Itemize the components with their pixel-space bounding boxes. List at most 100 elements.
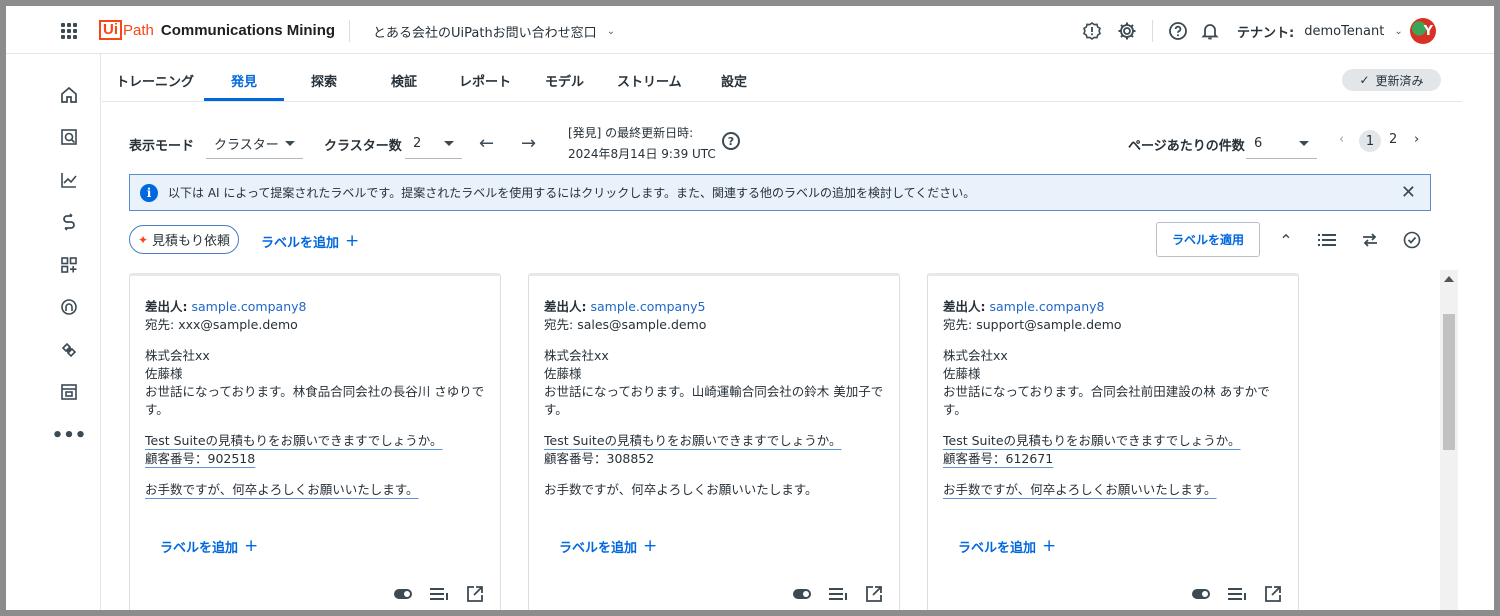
highlighted-phrase[interactable]: お手数ですが、何卒よろしくお願いいたします。: [943, 482, 1217, 497]
list-icon[interactable]: [1316, 230, 1338, 250]
message-card[interactable]: 差出人: sample.company8 宛先: xxx@sample.demo…: [129, 273, 501, 610]
plus-icon: +: [643, 536, 658, 556]
chart-line-icon[interactable]: [59, 170, 79, 190]
tab-settings[interactable]: 設定: [721, 71, 747, 90]
sender-link[interactable]: sample.company8: [989, 299, 1104, 314]
caret-down-icon: [285, 141, 295, 146]
card-add-label-button[interactable]: ラベルを追加 +: [160, 536, 258, 556]
sources-icon[interactable]: [59, 297, 79, 317]
updated-badge-label: 更新済み: [1375, 73, 1424, 88]
avatar-letter: Y: [1423, 23, 1433, 39]
apps-add-icon[interactable]: [59, 255, 79, 275]
per-page-value: 6: [1254, 136, 1263, 151]
product-logo[interactable]: Ui Path Communications Mining: [99, 20, 335, 40]
highlighted-phrase[interactable]: Test Suiteの見積もりをお願いできますでしょうか。: [145, 433, 443, 448]
message-line: お手数ですが、何卒よろしくお願いいたします。: [544, 482, 818, 497]
tenant-selector[interactable]: テナント: demoTenant ⌄: [1237, 22, 1403, 41]
tab-streams[interactable]: ストリーム: [617, 71, 682, 90]
details-list-icon[interactable]: [828, 585, 848, 603]
alert-icon[interactable]: [1082, 21, 1102, 41]
highlighted-phrase[interactable]: お手数ですが、何卒よろしくお願いいたします。: [145, 482, 419, 497]
integrations-icon[interactable]: [59, 340, 79, 360]
avatar[interactable]: Y: [1410, 18, 1436, 44]
page-1-label: 1: [1365, 133, 1375, 149]
toggle-icon[interactable]: [1191, 585, 1211, 603]
highlighted-phrase[interactable]: Test Suiteの見積もりをお願いできますでしょうか。: [943, 433, 1241, 448]
card-add-label-button[interactable]: ラベルを追加 +: [958, 536, 1056, 556]
arrow-right-icon[interactable]: →: [521, 133, 536, 154]
app-launcher-icon[interactable]: [61, 23, 77, 39]
recipient: sales@sample.demo: [577, 317, 707, 332]
highlighted-phrase[interactable]: Test Suiteの見積もりをお願いできますでしょうか。: [544, 433, 842, 448]
tab-validation[interactable]: 検証: [391, 71, 417, 90]
message-line: 佐藤様: [943, 366, 981, 381]
logo-ui: Ui: [99, 20, 122, 40]
dataset-icon[interactable]: [59, 382, 79, 402]
toggle-icon[interactable]: [393, 585, 413, 603]
card-add-label-text: ラベルを追加: [958, 540, 1037, 556]
gear-icon[interactable]: [1117, 21, 1137, 41]
page-2[interactable]: 2: [1389, 132, 1397, 147]
highlighted-phrase[interactable]: 顧客番号：902518: [145, 451, 255, 466]
tab-explore[interactable]: 探索: [311, 71, 337, 90]
bell-icon[interactable]: [1200, 21, 1220, 41]
display-mode-select[interactable]: クラスター: [206, 129, 303, 159]
message-line: す。: [943, 402, 967, 417]
side-nav: •••: [6, 54, 101, 610]
open-external-icon[interactable]: [1263, 585, 1283, 603]
caret-down-icon: [444, 141, 454, 146]
tab-models[interactable]: モデル: [545, 71, 584, 90]
per-page-select[interactable]: 6: [1246, 129, 1317, 159]
to-label: 宛先:: [943, 317, 973, 332]
highlighted-phrase[interactable]: 顧客番号：612671: [943, 451, 1053, 466]
from-label: 差出人:: [544, 299, 587, 314]
suggested-label-chip[interactable]: ✦ 見積もり依頼: [129, 225, 239, 254]
message-line: お世話になっております。合同会社前田建設の林 あすかで: [943, 384, 1270, 399]
logo-path: Path: [123, 21, 154, 39]
streams-icon[interactable]: [59, 212, 79, 232]
page-next-icon[interactable]: ›: [1414, 132, 1419, 147]
app-name: Communications Mining: [160, 21, 336, 39]
message-card[interactable]: 差出人: sample.company8 宛先: support@sample.…: [927, 273, 1299, 610]
home-icon[interactable]: [59, 85, 79, 105]
sender-link[interactable]: sample.company5: [590, 299, 705, 314]
open-external-icon[interactable]: [465, 585, 485, 603]
more-icon[interactable]: •••: [52, 425, 87, 446]
plus-icon: +: [345, 231, 360, 251]
to-label: 宛先:: [145, 317, 175, 332]
to-label: 宛先:: [544, 317, 574, 332]
question-icon[interactable]: ?: [722, 132, 740, 150]
tab-training[interactable]: トレーニング: [116, 71, 194, 90]
page-1[interactable]: 1: [1359, 130, 1381, 152]
discover-icon[interactable]: [59, 127, 79, 147]
updated-badge: ✓ 更新済み: [1342, 69, 1441, 91]
scrollbar-thumb[interactable]: [1443, 314, 1455, 450]
open-external-icon[interactable]: [864, 585, 884, 603]
card-actions: [393, 585, 485, 603]
check-circle-icon[interactable]: [1401, 230, 1423, 250]
swap-icon[interactable]: [1359, 230, 1381, 250]
message-body: 差出人: sample.company8 宛先: support@sample.…: [943, 298, 1288, 499]
help-icon[interactable]: [1168, 21, 1188, 41]
tab-reports[interactable]: レポート: [459, 71, 511, 90]
details-list-icon[interactable]: [1227, 585, 1247, 603]
arrow-left-icon[interactable]: ←: [479, 133, 494, 154]
chevron-up-icon[interactable]: ⌃: [1275, 230, 1297, 250]
project-selector[interactable]: とある会社のUiPathお問い合わせ窓口 ⌄: [373, 22, 615, 41]
card-add-label-button[interactable]: ラベルを追加 +: [559, 536, 657, 556]
scroll-up-icon[interactable]: [1444, 276, 1454, 282]
toggle-icon[interactable]: [792, 585, 812, 603]
sender-link[interactable]: sample.company8: [191, 299, 306, 314]
apply-label-button[interactable]: ラベルを適用: [1156, 222, 1260, 257]
cluster-count-select[interactable]: 2: [405, 129, 462, 159]
page-prev-icon[interactable]: ‹: [1339, 132, 1344, 147]
message-line: 株式会社xx: [943, 348, 1008, 363]
close-icon[interactable]: ✕: [1401, 182, 1416, 203]
tab-discover[interactable]: 発見: [231, 71, 257, 90]
message-card[interactable]: 差出人: sample.company5 宛先: sales@sample.de…: [528, 273, 900, 610]
add-label-button[interactable]: ラベルを追加 +: [261, 231, 359, 251]
message-line: 株式会社xx: [544, 348, 609, 363]
details-list-icon[interactable]: [429, 585, 449, 603]
info-icon: i: [140, 183, 158, 202]
message-line: お世話になっております。林食品合同会社の長谷川 さゆりで: [145, 384, 485, 399]
